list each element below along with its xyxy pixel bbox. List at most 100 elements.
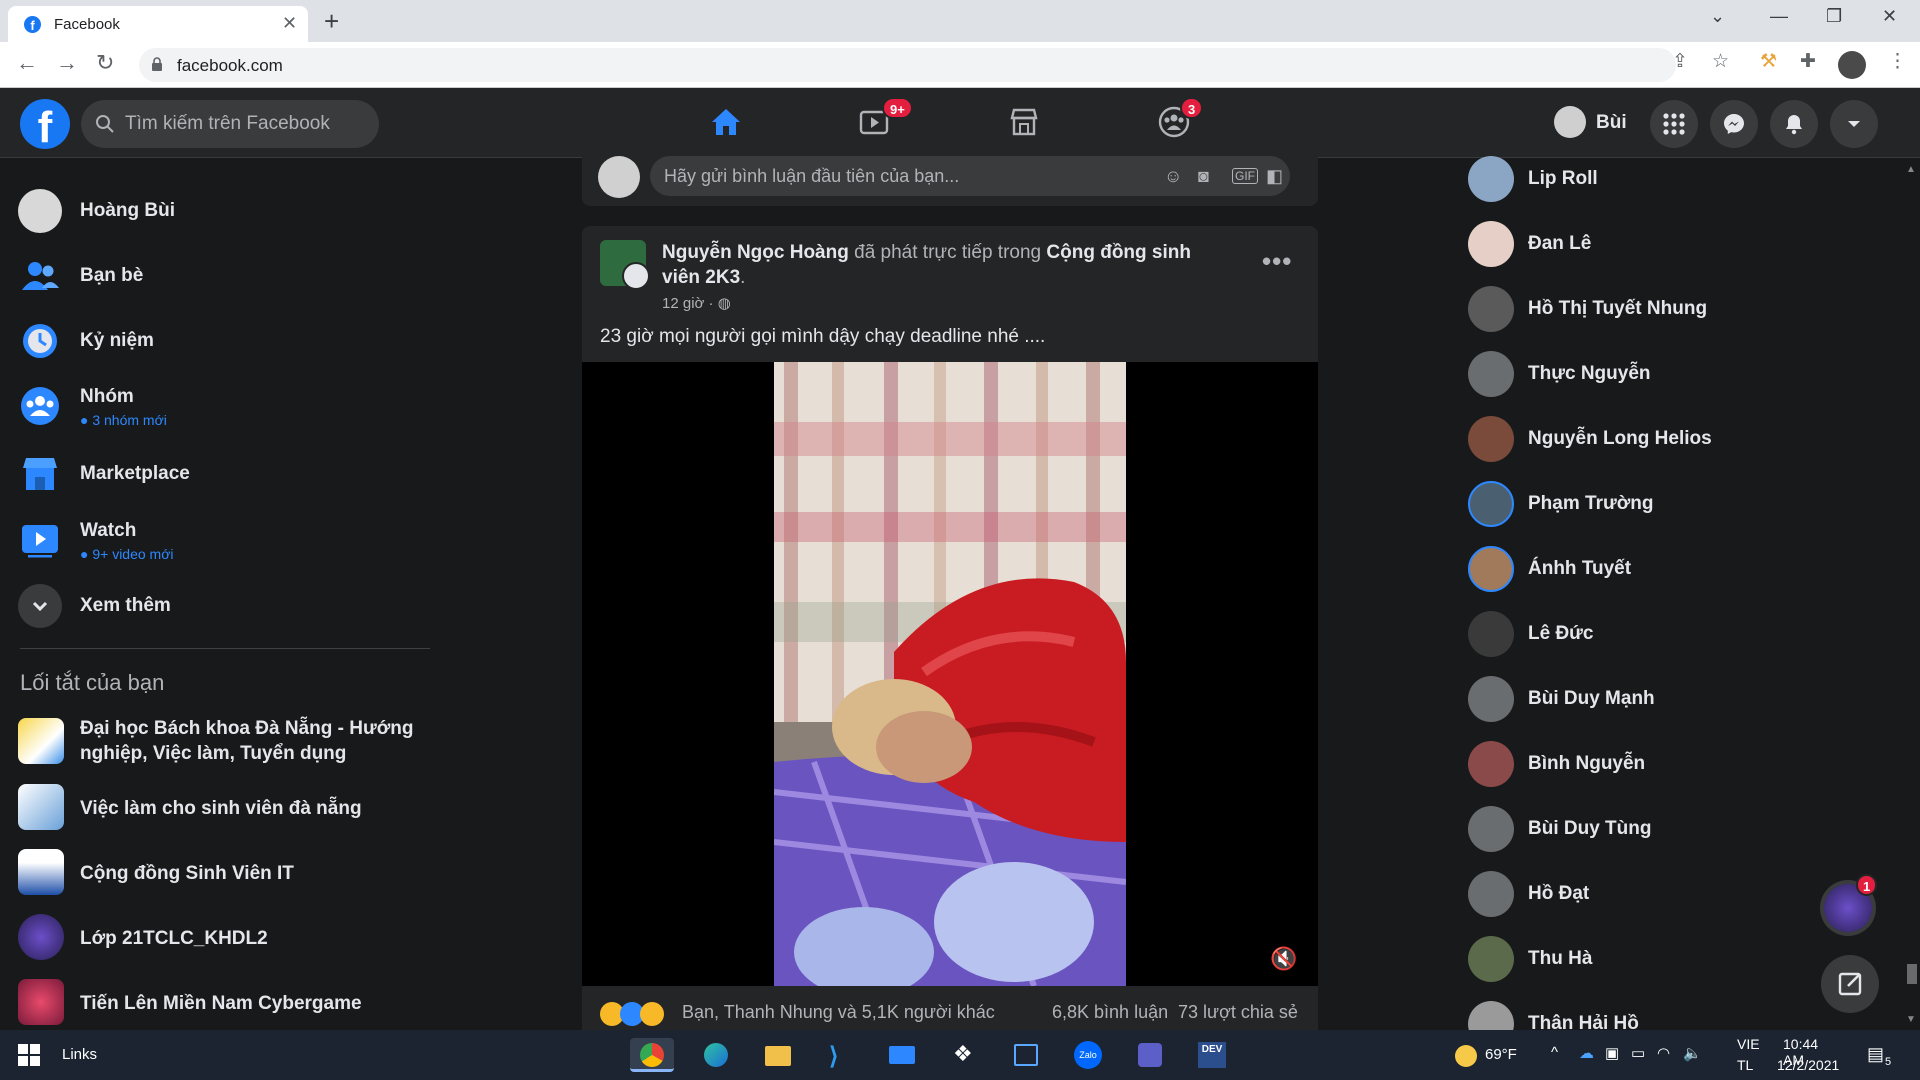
file-explorer-taskbar-icon[interactable] (756, 1038, 800, 1072)
sticker-icon[interactable]: ◧ (1266, 166, 1283, 187)
device-icon[interactable]: ▣ (1605, 1044, 1619, 1062)
close-window-button[interactable]: ✕ (1882, 6, 1897, 27)
new-message-button[interactable] (1821, 955, 1879, 1013)
scroll-down-arrow-icon[interactable]: ▼ (1906, 1014, 1916, 1025)
gif-icon[interactable]: GIF (1232, 168, 1258, 184)
search-input[interactable] (125, 112, 365, 136)
input-method[interactable]: TL (1737, 1057, 1753, 1073)
scrollbar-thumb[interactable] (1907, 964, 1917, 984)
contact-item[interactable]: Hồ Đạt (1468, 867, 1868, 921)
shortcut-item[interactable]: Lớp 21TCLC_KHDL2 (18, 914, 438, 964)
forward-button[interactable]: → (56, 50, 78, 76)
sidebar-item-memories[interactable]: Kỷ niệm (18, 313, 428, 369)
search-box[interactable] (81, 100, 379, 148)
clock-date[interactable]: 12/2/2021 (1777, 1057, 1839, 1073)
chat-head-button[interactable]: 1 (1820, 874, 1878, 936)
shortcut-item[interactable]: Cộng đồng Sinh Viên IT (18, 849, 438, 899)
sidebar-item-friends[interactable]: Bạn bè (18, 248, 428, 304)
language-code[interactable]: VIE (1737, 1036, 1760, 1052)
post-options-button[interactable]: ••• (1262, 246, 1292, 277)
dropbox-taskbar-icon[interactable]: ❖ (942, 1038, 986, 1072)
facebook-logo[interactable]: f (20, 99, 70, 152)
contact-item[interactable]: Thân Hải Hồ (1468, 997, 1868, 1030)
weather-sun-icon[interactable] (1455, 1045, 1477, 1067)
weather-temp[interactable]: 69°F (1485, 1046, 1517, 1063)
live-video-player[interactable]: 🔇 (582, 362, 1318, 986)
tab-search-icon[interactable]: ⌄ (1710, 6, 1725, 27)
mail-taskbar-icon[interactable] (880, 1038, 924, 1072)
chrome-menu-icon[interactable]: ⋮ (1888, 50, 1907, 73)
address-bar[interactable]: facebook.com (139, 48, 1676, 82)
extensions-puzzle-icon[interactable]: ✚ (1800, 50, 1816, 73)
minimize-button[interactable]: — (1770, 6, 1788, 27)
close-tab-icon[interactable]: ✕ (282, 13, 297, 34)
author-avatar[interactable] (600, 240, 650, 290)
sidebar-item-groups[interactable]: Nhóm ● 3 nhóm mới (18, 378, 428, 434)
scroll-up-arrow-icon[interactable]: ▲ (1906, 164, 1916, 175)
onedrive-cloud-icon[interactable]: ☁ (1579, 1044, 1594, 1062)
contact-item[interactable]: Bình Nguyễn (1468, 737, 1868, 791)
contact-item[interactable]: Lê Đức (1468, 607, 1868, 661)
account-button[interactable] (1830, 100, 1878, 148)
contact-item[interactable]: Bùi Duy Tùng (1468, 802, 1868, 856)
reactions-text[interactable]: Bạn, Thanh Nhung và 5,1K người khác (682, 1002, 995, 1023)
contact-item[interactable]: Ánhh Tuyết (1468, 542, 1868, 596)
new-tab-button[interactable]: + (324, 6, 339, 37)
comment-field[interactable]: ☺ ◙ GIF ◧ (650, 156, 1290, 196)
bookmark-star-icon[interactable]: ☆ (1712, 50, 1729, 73)
page-scrollbar[interactable]: ▲ ▼ (1904, 158, 1920, 1030)
comment-input[interactable] (664, 164, 1144, 188)
tray-overflow-chevron-icon[interactable]: ^ (1551, 1044, 1558, 1061)
action-center-icon[interactable]: ▤ (1867, 1044, 1884, 1065)
teams-taskbar-icon[interactable] (1128, 1038, 1172, 1072)
contact-item[interactable]: Đan Lê (1468, 217, 1868, 271)
contact-item[interactable]: Phạm Trường (1468, 477, 1868, 531)
contact-item[interactable]: Bùi Duy Mạnh (1468, 672, 1868, 726)
see-more-button[interactable]: Xem thêm (18, 578, 428, 634)
shortcut-item[interactable]: Việc làm cho sinh viên đà nẵng (18, 784, 438, 834)
extension-hammer-icon[interactable]: ⚒ (1760, 50, 1777, 73)
vscode-taskbar-icon[interactable]: ⟩ (818, 1038, 862, 1072)
nav-tab-marketplace[interactable] (956, 88, 1092, 158)
battery-icon[interactable]: ▭ (1631, 1044, 1645, 1062)
contact-item[interactable]: Thực Nguyễn (1468, 347, 1868, 401)
links-toolbar[interactable]: Links (62, 1046, 97, 1063)
windows-start-icon[interactable] (18, 1044, 40, 1066)
browser-tab[interactable]: f Facebook ✕ (8, 6, 308, 42)
menu-button[interactable] (1650, 100, 1698, 148)
notifications-button[interactable] (1770, 100, 1818, 148)
shortcut-item[interactable]: Đại học Bách khoa Đà Nẵng - Hướng nghiệp… (18, 716, 438, 772)
chrome-taskbar-icon[interactable] (630, 1038, 674, 1072)
sidebar-item-marketplace[interactable]: Marketplace (18, 446, 428, 502)
author-name-link[interactable]: Nguyễn Ngọc Hoàng (662, 242, 849, 263)
sidebar-item-watch[interactable]: Watch ● 9+ video mới (18, 512, 428, 568)
messenger-button[interactable] (1710, 100, 1758, 148)
wifi-icon[interactable]: ◠ (1657, 1044, 1670, 1062)
edge-taskbar-icon[interactable] (694, 1038, 738, 1072)
post-timestamp[interactable]: 12 giờ · ◍ (662, 294, 731, 312)
shortcut-item[interactable]: Tiến Lên Miền Nam Cybergame (18, 979, 438, 1029)
share-icon[interactable]: ⇪ (1672, 50, 1688, 73)
mute-speaker-icon[interactable]: 🔇 (1270, 946, 1297, 972)
reaction-icons[interactable] (600, 1002, 664, 1032)
contact-item[interactable]: Thu Hà (1468, 932, 1868, 986)
chrome-profile-avatar[interactable] (1838, 51, 1866, 79)
contact-item[interactable]: Nguyễn Long Helios (1468, 412, 1868, 466)
camera-icon[interactable]: ◙ (1198, 166, 1209, 187)
restore-button[interactable]: ❐ (1826, 6, 1842, 27)
store-taskbar-icon[interactable] (1004, 1038, 1048, 1072)
devc-taskbar-icon[interactable]: DEV (1190, 1038, 1234, 1072)
contact-item[interactable]: Hồ Thị Tuyết Nhung (1468, 282, 1868, 336)
back-button[interactable]: ← (16, 50, 38, 76)
contact-item[interactable]: Lip Roll (1468, 152, 1868, 206)
zalo-taskbar-icon[interactable]: Zalo (1066, 1038, 1110, 1072)
shares-count[interactable]: 73 lượt chia sẻ (1178, 1002, 1298, 1023)
reload-button[interactable]: ↻ (96, 50, 114, 76)
volume-icon[interactable]: 🔈 (1683, 1044, 1702, 1062)
profile-chip[interactable]: Bùi (1548, 98, 1630, 146)
sidebar-item-profile[interactable]: Hoàng Bùi (18, 183, 428, 239)
comments-count[interactable]: 6,8K bình luận (1052, 1002, 1168, 1023)
nav-tab-home[interactable] (658, 88, 794, 158)
nav-tab-groups[interactable]: 3 (1106, 88, 1242, 158)
nav-tab-watch[interactable]: 9+ (806, 88, 942, 158)
